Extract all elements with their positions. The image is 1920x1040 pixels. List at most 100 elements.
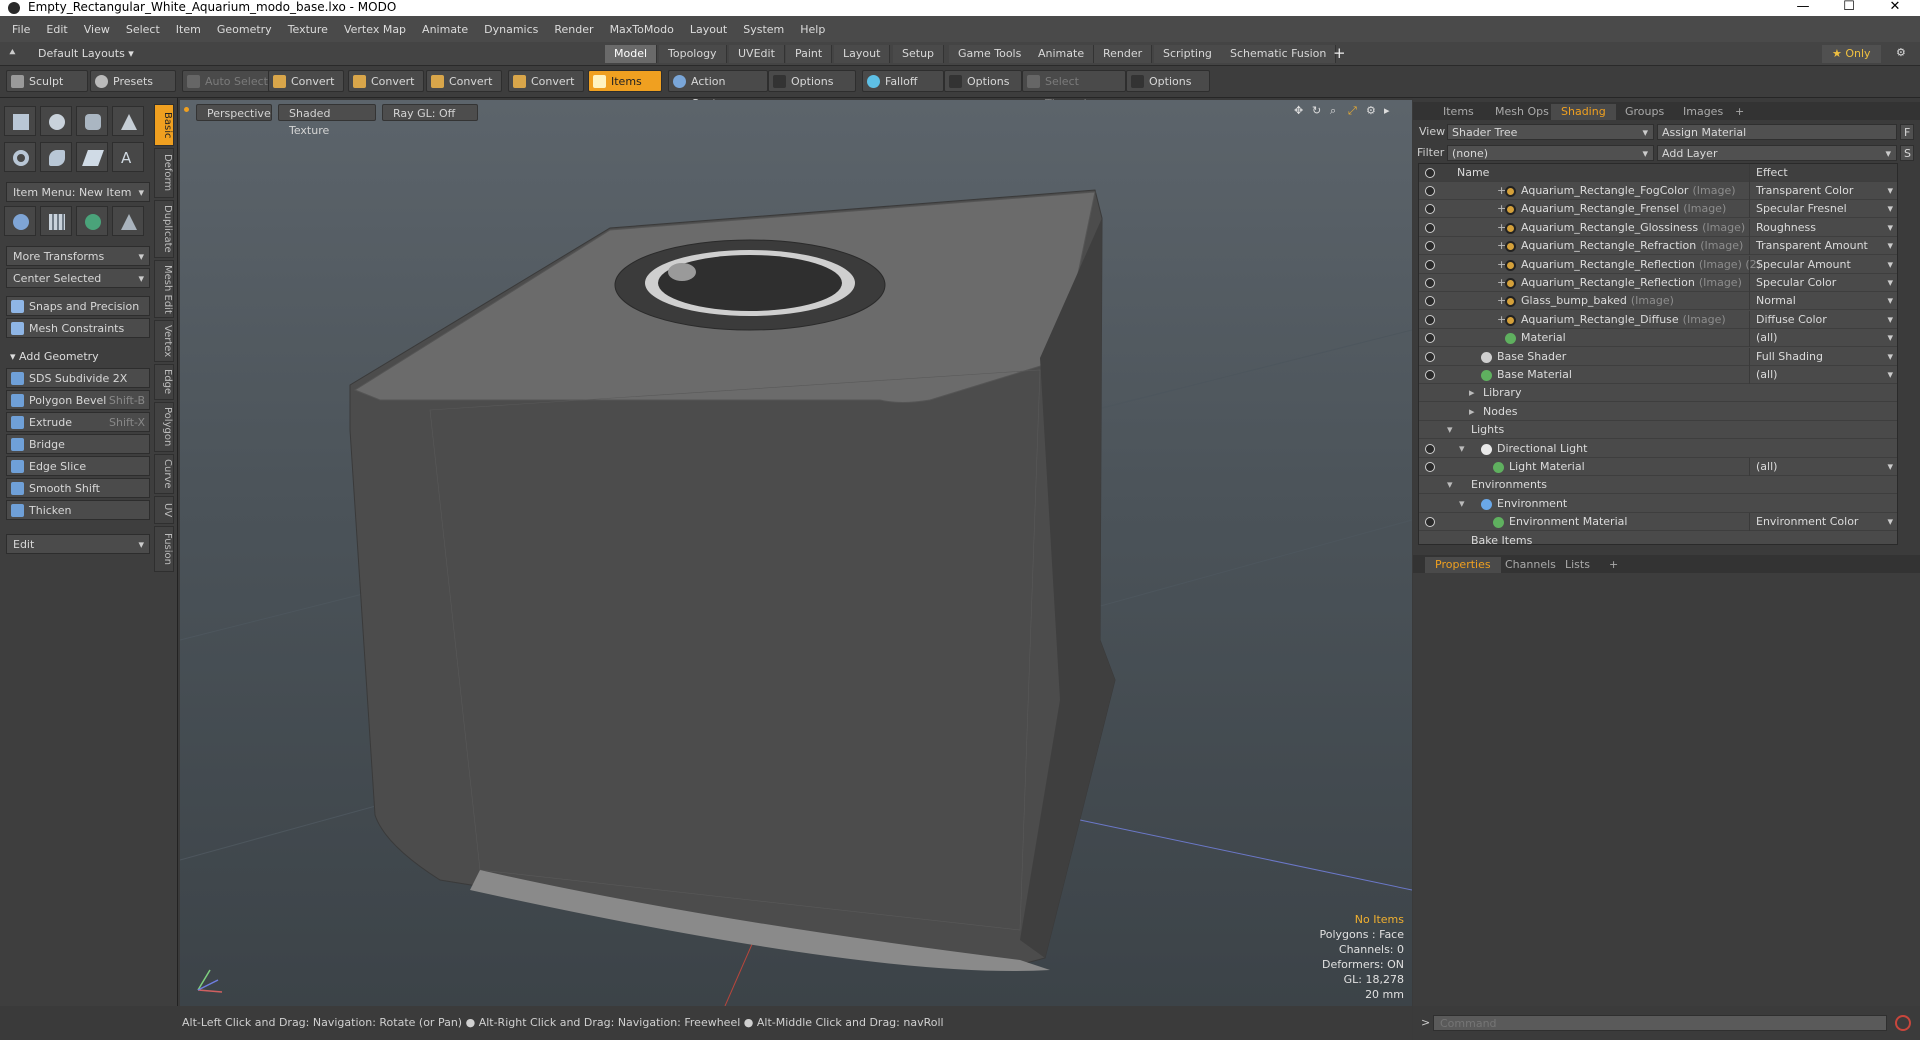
tree-row[interactable]: ▾ Lights — [1419, 421, 1897, 440]
tree-row[interactable]: + Glass_bump_baked (Image) Normal — [1419, 292, 1897, 311]
command-input[interactable] — [1433, 1015, 1887, 1031]
menu-maxtomodo[interactable]: MaxToModo — [602, 23, 682, 36]
record-icon[interactable] — [1895, 1015, 1911, 1031]
tree-row[interactable]: Base Material (all) — [1419, 366, 1897, 384]
name-column-header[interactable]: Name — [1457, 164, 1489, 182]
effect-dropdown[interactable]: Specular Amount — [1749, 255, 1897, 274]
effect-dropdown[interactable]: (all) — [1749, 458, 1897, 476]
vtab-uv[interactable]: UV — [154, 496, 174, 524]
action-center-button[interactable]: Action Center — [668, 70, 768, 110]
eye-icon[interactable] — [1425, 278, 1435, 288]
layout-collapse-icon[interactable]: ⯅ — [8, 46, 17, 60]
tree-row[interactable]: + Aquarium_Rectangle_Frensel (Image) Specul… — [1419, 200, 1897, 219]
add-tab-button[interactable]: + — [1725, 104, 1754, 120]
pyramid-tool[interactable] — [112, 206, 144, 236]
expand-toggle-icon[interactable]: ▾ — [1447, 421, 1453, 439]
sculpt-button[interactable]: Sculpt — [6, 70, 88, 92]
menu-system[interactable]: System — [735, 23, 792, 36]
tree-row[interactable]: + Aquarium_Rectangle_FogColor (Image) Trans… — [1419, 182, 1897, 200]
pan-icon[interactable]: ✥ — [1294, 104, 1303, 117]
edit-dropdown[interactable]: Edit — [6, 534, 150, 555]
eye-icon[interactable] — [1425, 259, 1435, 270]
close-button[interactable]: ✕ — [1872, 0, 1918, 16]
tree-row[interactable]: + Aquarium_Rectangle_Reflection (Image) (2… — [1419, 255, 1897, 274]
falloff-options-button[interactable]: Options — [944, 70, 1022, 92]
tree-row[interactable]: + Aquarium_Rectangle_Reflection (Image) Spe… — [1419, 274, 1897, 292]
eye-icon[interactable] — [1425, 370, 1435, 380]
tree-row[interactable]: Base Shader Full Shading — [1419, 347, 1897, 366]
rotate-icon[interactable]: ↻ — [1312, 104, 1321, 117]
vtab-vertex[interactable]: Vertex — [154, 320, 174, 362]
effect-dropdown[interactable]: Transparent Color — [1749, 182, 1897, 200]
vtab-fusion[interactable]: Fusion — [154, 526, 174, 572]
vtab-mesh-edit[interactable]: Mesh Edit — [154, 260, 174, 318]
vtab-basic[interactable]: Basic — [154, 104, 174, 146]
only-toggle[interactable]: ★ Only — [1822, 45, 1881, 63]
gear-icon[interactable]: ⚙ — [1896, 46, 1906, 59]
tab-model[interactable]: Model — [605, 45, 658, 63]
viewport-gear-icon[interactable]: ⚙ — [1366, 104, 1376, 117]
effect-dropdown[interactable]: Specular Color — [1749, 274, 1897, 292]
effect-dropdown[interactable]: (all) — [1749, 366, 1897, 384]
view-type-button[interactable]: Perspective — [196, 104, 272, 121]
tree-row[interactable]: + Aquarium_Rectangle_Refraction (Image) Tra… — [1419, 237, 1897, 256]
menu-view[interactable]: View — [76, 23, 118, 36]
tab-items[interactable]: Items — [1433, 104, 1484, 120]
action-center-options-button[interactable]: Options — [768, 70, 856, 92]
tab-schematic-fusion[interactable]: Schematic Fusion — [1221, 45, 1337, 63]
tree-row[interactable]: Light Material (all) — [1419, 458, 1897, 476]
cone-tool[interactable] — [112, 106, 144, 136]
menu-animate[interactable]: Animate — [414, 23, 476, 36]
vtab-curve[interactable]: Curve — [154, 454, 174, 494]
thicken-button[interactable]: Thicken — [6, 500, 150, 520]
effect-dropdown[interactable]: Specular Fresnel — [1749, 200, 1897, 219]
tree-row[interactable]: ▾ Environment — [1419, 495, 1897, 513]
tab-animate[interactable]: Animate — [1029, 45, 1095, 63]
zoom-icon[interactable]: ⌕ — [1330, 104, 1336, 118]
sphere-tool[interactable] — [40, 106, 72, 136]
maximize-button[interactable]: ☐ — [1826, 0, 1872, 16]
eye-icon[interactable] — [1425, 222, 1435, 233]
tab-uvedit[interactable]: UVEdit — [729, 45, 785, 63]
effect-dropdown[interactable]: (all) — [1749, 329, 1897, 348]
tree-row[interactable]: ▸ Library — [1419, 384, 1897, 403]
s-button[interactable]: S — [1900, 145, 1914, 161]
text-tool[interactable]: A — [112, 142, 144, 172]
tab-game-tools[interactable]: Game Tools — [949, 45, 1032, 63]
tab-topology[interactable]: Topology — [659, 45, 727, 63]
tab-scripting[interactable]: Scripting — [1154, 45, 1222, 63]
fit-icon[interactable]: ⤢ — [1348, 104, 1357, 118]
more-transforms-dropdown[interactable]: More Transforms — [6, 246, 150, 267]
effect-dropdown[interactable]: Environment Color — [1749, 513, 1897, 532]
cylinder-tool[interactable] — [76, 106, 108, 136]
eye-icon[interactable] — [1425, 333, 1435, 344]
expand-toggle-icon[interactable]: ▾ — [1459, 440, 1465, 458]
menu-geometry[interactable]: Geometry — [209, 23, 280, 36]
convert-edge-button[interactable]: Convert — [348, 70, 424, 92]
eye-icon[interactable] — [1425, 204, 1435, 215]
convert-material-button[interactable]: Convert — [508, 70, 584, 92]
menu-texture[interactable]: Texture — [280, 23, 336, 36]
grid-tool[interactable] — [40, 206, 72, 236]
vtab-deform[interactable]: Deform — [154, 148, 174, 198]
add-layer-dropdown[interactable]: Add Layer — [1657, 145, 1897, 162]
tree-row[interactable]: + Aquarium_Rectangle_Glossiness (Image) Rou… — [1419, 218, 1897, 237]
tab-properties[interactable]: Properties — [1425, 557, 1501, 573]
eye-icon[interactable] — [1425, 296, 1435, 307]
tree-row[interactable]: Material (all) — [1419, 329, 1897, 348]
tree-row[interactable]: Environment Material Environment Color — [1419, 513, 1897, 532]
vtab-polygon[interactable]: Polygon — [154, 402, 174, 452]
3d-viewport[interactable]: No Items Polygons : Face Channels: 0 Def… — [180, 100, 1412, 1006]
mesh-constraints-button[interactable]: Mesh Constraints — [6, 318, 150, 338]
raygl-toggle[interactable]: Ray GL: Off — [382, 104, 478, 121]
falloff-button[interactable]: Falloff — [862, 70, 944, 92]
effect-dropdown[interactable]: Normal — [1749, 292, 1897, 311]
vtab-edge[interactable]: Edge — [154, 364, 174, 400]
viewport-expand-icon[interactable]: ▸ — [1384, 104, 1390, 117]
assign-material-button[interactable]: Assign Material — [1657, 124, 1897, 140]
convert-polygon-button[interactable]: Convert — [426, 70, 502, 92]
add-properties-tab-button[interactable]: + — [1599, 557, 1628, 573]
select-through-button[interactable]: Select Through — [1022, 70, 1126, 110]
tab-mesh-ops[interactable]: Mesh Ops — [1485, 104, 1559, 120]
capsule-tool[interactable] — [40, 142, 72, 172]
